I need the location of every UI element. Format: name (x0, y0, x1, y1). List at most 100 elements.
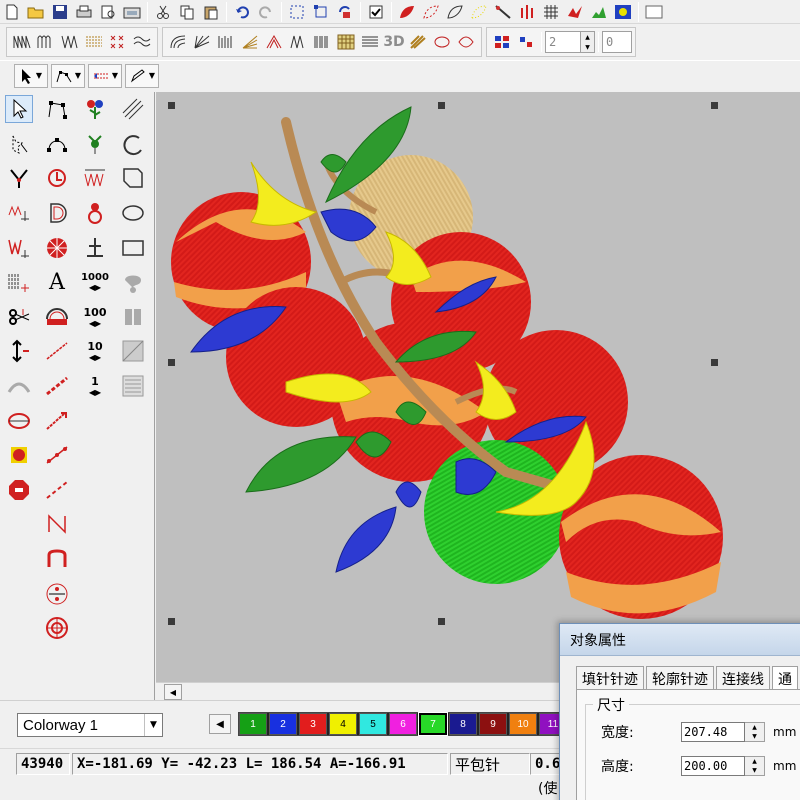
selection-handle[interactable] (438, 618, 445, 625)
gray-list-tool[interactable] (114, 369, 152, 404)
gray-paint-tool[interactable] (114, 265, 152, 300)
stitch-grid-icon[interactable] (516, 1, 538, 23)
parallel-lines-tool[interactable] (114, 92, 152, 127)
satin-leaf-icon[interactable] (396, 1, 418, 23)
angle-fill-icon[interactable] (239, 31, 261, 53)
green-plant-icon[interactable] (588, 1, 610, 23)
ellipse-outline-icon[interactable] (431, 31, 453, 53)
spin-down-icon[interactable]: ▼ (752, 767, 757, 774)
select-mode-dropdown[interactable]: ▼ (14, 63, 48, 88)
blank-frame-icon[interactable] (643, 1, 665, 23)
n-path-tool[interactable] (38, 507, 76, 542)
red-zigzag-tool[interactable] (76, 161, 114, 196)
rotate-icon[interactable] (334, 1, 356, 23)
colorway-select[interactable]: Colorway 1 ▼ (17, 713, 163, 737)
lace-fill-icon[interactable] (287, 31, 309, 53)
running-stitch-icon[interactable] (59, 31, 81, 53)
spin-up-icon[interactable]: ▲ (752, 724, 757, 731)
zigzag-stitch-icon[interactable] (11, 31, 33, 53)
palette-scroll-left-icon[interactable]: ◀ (209, 714, 231, 734)
red-birds-icon[interactable] (564, 1, 586, 23)
gray-fan-tool[interactable] (0, 369, 38, 404)
select-node-icon[interactable] (310, 1, 332, 23)
check-fill-icon[interactable] (335, 31, 357, 53)
new-file-icon[interactable] (1, 1, 23, 23)
embroidery-design[interactable] (156, 92, 800, 682)
comb-fill-icon[interactable] (215, 31, 237, 53)
sequin-icon[interactable] (612, 1, 634, 23)
stop-hand-tool[interactable] (0, 438, 38, 473)
tatami-stitch-icon[interactable] (83, 31, 105, 53)
select-arrow-tool[interactable] (0, 92, 38, 127)
three-d-text-icon[interactable]: 3D (383, 31, 405, 53)
one-tool[interactable]: 1 ◀▶ (76, 369, 114, 404)
radial-fill-icon[interactable] (191, 31, 213, 53)
open-folder-icon[interactable] (25, 1, 47, 23)
palette-color-3[interactable]: 3 (299, 713, 327, 735)
text-tool[interactable]: A (38, 265, 76, 300)
red-line-tool[interactable] (38, 334, 76, 369)
selection-handle[interactable] (168, 102, 175, 109)
scroll-left-icon[interactable]: ◀ (164, 684, 182, 700)
tab-connector[interactable]: 连接线 (716, 666, 770, 690)
hoop-tool[interactable] (0, 403, 38, 438)
diamond-fill-icon[interactable] (263, 31, 285, 53)
draw-mode-dropdown[interactable]: ▼ (125, 63, 159, 88)
stop-sign-tool[interactable] (0, 473, 38, 508)
palette-color-7[interactable]: 7 (418, 712, 448, 736)
arc-tool[interactable] (114, 127, 152, 162)
rotate-red-tool[interactable] (38, 161, 76, 196)
selection-handle[interactable] (168, 618, 175, 625)
reshape-mode-dropdown[interactable]: ▼ (51, 63, 85, 88)
wave-stitch-icon[interactable] (35, 31, 57, 53)
s-curve-tool[interactable] (38, 542, 76, 577)
spin-down-icon[interactable]: ▼ (752, 733, 757, 740)
width-field[interactable] (681, 722, 745, 742)
lines-fill-icon[interactable] (359, 31, 381, 53)
polygon-tool[interactable] (114, 161, 152, 196)
wave-lines-icon[interactable] (131, 31, 153, 53)
green-leaf[interactable] (245, 436, 357, 493)
stitch-mode-dropdown[interactable]: ▼ (88, 63, 122, 88)
tab-general[interactable]: 通 (772, 666, 798, 690)
offset-field[interactable]: 0 (602, 31, 632, 53)
palette-color-1[interactable]: 1 (239, 713, 267, 735)
fan-fill-icon[interactable] (167, 31, 189, 53)
copy-icon[interactable] (176, 1, 198, 23)
selection-handle[interactable] (168, 359, 175, 366)
design-canvas[interactable] (156, 92, 800, 682)
target-tool[interactable] (38, 611, 76, 646)
blue-leaf[interactable] (395, 481, 422, 508)
gray-grid-tool[interactable] (114, 334, 152, 369)
checkbox-icon[interactable] (365, 1, 387, 23)
ten-tool[interactable]: 10 ◀▶ (76, 334, 114, 369)
select-region-icon[interactable] (286, 1, 308, 23)
half-circle-tool[interactable] (38, 300, 76, 335)
palette-color-4[interactable]: 4 (329, 713, 357, 735)
star-outline-icon[interactable] (455, 31, 477, 53)
palette-color-6[interactable]: 6 (389, 713, 417, 735)
tab-fill-stitch[interactable]: 填针针迹 (576, 666, 644, 690)
zigzag-tool[interactable] (0, 265, 38, 300)
carnation-tool[interactable] (76, 127, 114, 162)
selection-handle[interactable] (438, 102, 445, 109)
palette-color-9[interactable]: 9 (479, 713, 507, 735)
selection-handle[interactable] (711, 359, 718, 366)
chevron-down-icon[interactable]: ▼ (144, 714, 162, 736)
cross-stitch-icon[interactable] (107, 31, 129, 53)
repeat-count-field[interactable]: 2 (545, 31, 581, 53)
anchor-tool[interactable] (76, 230, 114, 265)
repeat-count-spinner[interactable]: ▲ ▼ (581, 31, 595, 53)
align-grid-icon[interactable] (491, 31, 513, 53)
outline-leaf-icon[interactable] (444, 1, 466, 23)
spin-up-icon[interactable]: ▲ (752, 758, 757, 765)
red-dots-tool[interactable] (38, 438, 76, 473)
height-spinner[interactable]: ▲ ▼ (745, 756, 765, 776)
percent-tool[interactable] (38, 576, 76, 611)
cut-icon[interactable] (152, 1, 174, 23)
palette-color-5[interactable]: 5 (359, 713, 387, 735)
d-shape-tool[interactable] (38, 196, 76, 231)
updown-arrow-tool[interactable] (0, 334, 38, 369)
flower-stamp-tool[interactable] (76, 92, 114, 127)
circle-nodes-tool[interactable] (38, 127, 76, 162)
